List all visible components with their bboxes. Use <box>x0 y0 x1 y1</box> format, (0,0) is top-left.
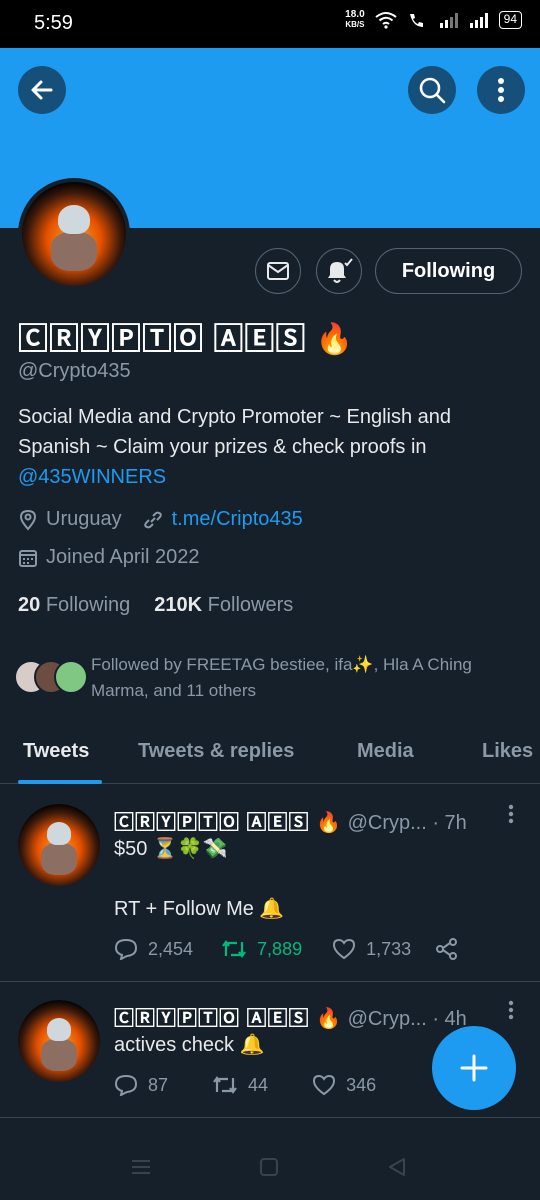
reply-count: 2,454 <box>148 938 194 959</box>
tab-media[interactable]: Media <box>357 740 414 763</box>
astronaut-fire-avatar-image <box>18 804 100 886</box>
reply-button[interactable]: 2,454 <box>114 938 193 960</box>
retweet-count: 7,889 <box>257 938 303 959</box>
retweet-icon <box>213 1076 237 1094</box>
followed-by-row[interactable]: Followed by FREETAG bestiee, ifa✨, Hla A… <box>14 652 524 712</box>
profile-bio: Social Media and Crypto Promoter ~ Engli… <box>18 402 518 492</box>
heart-icon <box>313 1074 336 1096</box>
search-icon <box>419 77 446 104</box>
tweet-more-button[interactable] <box>508 1000 514 1026</box>
back-button[interactable] <box>18 66 66 114</box>
tweet-more-button[interactable] <box>508 804 514 830</box>
joined-row: Joined April 2022 <box>18 546 199 569</box>
profile-avatar[interactable] <box>18 178 130 290</box>
tweet-header: 🄲🅁🅈🄿🅃🄾 🄰🄴🅂 🔥 @Cryp... · 7h <box>114 806 467 835</box>
wifi-icon <box>375 12 397 29</box>
plus-icon <box>460 1054 488 1082</box>
status-bar: 5:59 18.0 KB/S 94 <box>0 0 540 48</box>
share-button[interactable] <box>435 938 459 960</box>
follower-avatar <box>54 660 88 694</box>
compose-tweet-button[interactable] <box>432 1026 516 1110</box>
profile-handle: @Crypto435 <box>18 360 131 382</box>
tab-likes[interactable]: Likes <box>482 740 533 763</box>
like-button[interactable]: 346 <box>312 1074 376 1096</box>
reply-button[interactable]: 87 <box>114 1074 168 1096</box>
astronaut-fire-avatar-image <box>18 1000 100 1082</box>
more-vertical-icon <box>498 78 504 102</box>
tweet-item[interactable]: 🄲🅁🅈🄿🅃🄾 🄰🄴🅂 🔥 @Cryp... · 7h $50 ⏳🍀💸 RT + … <box>0 784 540 982</box>
signal-1-icon <box>439 13 458 28</box>
mail-icon <box>267 262 289 280</box>
tweet-avatar[interactable] <box>18 1000 100 1082</box>
following-count-link[interactable]: 20 Following <box>18 594 130 617</box>
profile-location: Uruguay <box>46 508 122 530</box>
battery-indicator: 94 <box>498 11 522 29</box>
status-time: 5:59 <box>34 12 73 34</box>
more-options-button[interactable] <box>477 66 525 114</box>
tweet-header: 🄲🅁🅈🄿🅃🄾 🄰🄴🅂 🔥 @Cryp... · 4h <box>114 1002 467 1031</box>
link-icon <box>143 511 162 528</box>
reply-icon <box>114 938 138 960</box>
tweet-author-handle: @Cryp... <box>347 1008 427 1030</box>
like-count: 346 <box>346 1074 377 1095</box>
location-pin-icon <box>19 509 37 531</box>
retweet-button[interactable]: 44 <box>212 1074 268 1096</box>
reply-icon <box>114 1074 138 1096</box>
like-count: 1,733 <box>366 938 412 959</box>
profile-meta-row: Uruguay t.me/Cripto435 <box>18 508 303 531</box>
more-vertical-icon <box>508 804 514 824</box>
tweet-author-handle: @Cryp... <box>347 812 427 834</box>
tab-tweets-replies[interactable]: Tweets & replies <box>138 740 294 763</box>
follow-counts: 20 Following 210K Followers <box>18 594 293 617</box>
retweet-button[interactable]: 7,889 <box>221 938 302 960</box>
retweet-count: 44 <box>248 1074 269 1095</box>
profile-name: 🄲🅁🅈🄿🅃🄾 🄰🄴🅂 🔥 <box>18 323 355 356</box>
search-button[interactable] <box>408 66 456 114</box>
status-icons: 18.0 KB/S 94 <box>345 10 522 30</box>
tweet-author-name: 🄲🅁🅈🄿🅃🄾 🄰🄴🅂 🔥 <box>114 1008 343 1030</box>
like-button[interactable]: 1,733 <box>332 938 411 960</box>
message-button[interactable] <box>255 248 301 294</box>
tweet-actions: 87 44 346 <box>114 1074 376 1096</box>
volte-call-icon <box>409 14 423 27</box>
profile-website-link[interactable]: t.me/Cripto435 <box>172 508 303 531</box>
retweet-icon <box>222 940 246 958</box>
calendar-icon <box>19 549 37 567</box>
joined-date: Joined April 2022 <box>46 546 200 568</box>
tweet-avatar[interactable] <box>18 804 100 886</box>
home-icon[interactable] <box>259 1157 279 1177</box>
network-speed: 18.0 KB/S <box>345 9 365 30</box>
tab-tweets[interactable]: Tweets <box>23 740 89 763</box>
tweet-author-name: 🄲🅁🅈🄿🅃🄾 🄰🄴🅂 🔥 <box>114 812 343 834</box>
reply-count: 87 <box>148 1074 169 1095</box>
followed-by-text: Followed by FREETAG bestiee, ifa✨, Hla A… <box>91 655 472 700</box>
bell-check-icon <box>328 258 353 283</box>
following-button[interactable]: Following <box>375 248 522 294</box>
followers-count-link[interactable]: 210K Followers <box>154 594 293 617</box>
tweet-text: $50 ⏳🍀💸 RT + Follow Me 🔔 <box>114 838 285 920</box>
tweet-time: · 7h <box>432 812 467 834</box>
recent-apps-icon[interactable] <box>130 1158 152 1176</box>
system-navigation-bar <box>0 1130 540 1200</box>
share-icon <box>436 938 458 960</box>
tweet-actions: 2,454 7,889 1,733 <box>114 938 459 960</box>
notifications-button[interactable] <box>316 248 362 294</box>
bio-text: Social Media and Crypto Promoter ~ Engli… <box>18 406 452 458</box>
more-vertical-icon <box>508 1000 514 1020</box>
arrow-left-icon <box>31 80 53 100</box>
tweet-text: actives check 🔔 <box>114 1034 265 1056</box>
profile-tabs: Tweets Tweets & replies Media Likes <box>0 722 540 784</box>
signal-2-icon <box>469 13 488 28</box>
bio-mention-link[interactable]: @435WINNERS <box>18 466 166 488</box>
back-nav-icon[interactable] <box>387 1157 407 1177</box>
heart-icon <box>333 938 356 960</box>
astronaut-fire-avatar-image <box>22 182 126 286</box>
